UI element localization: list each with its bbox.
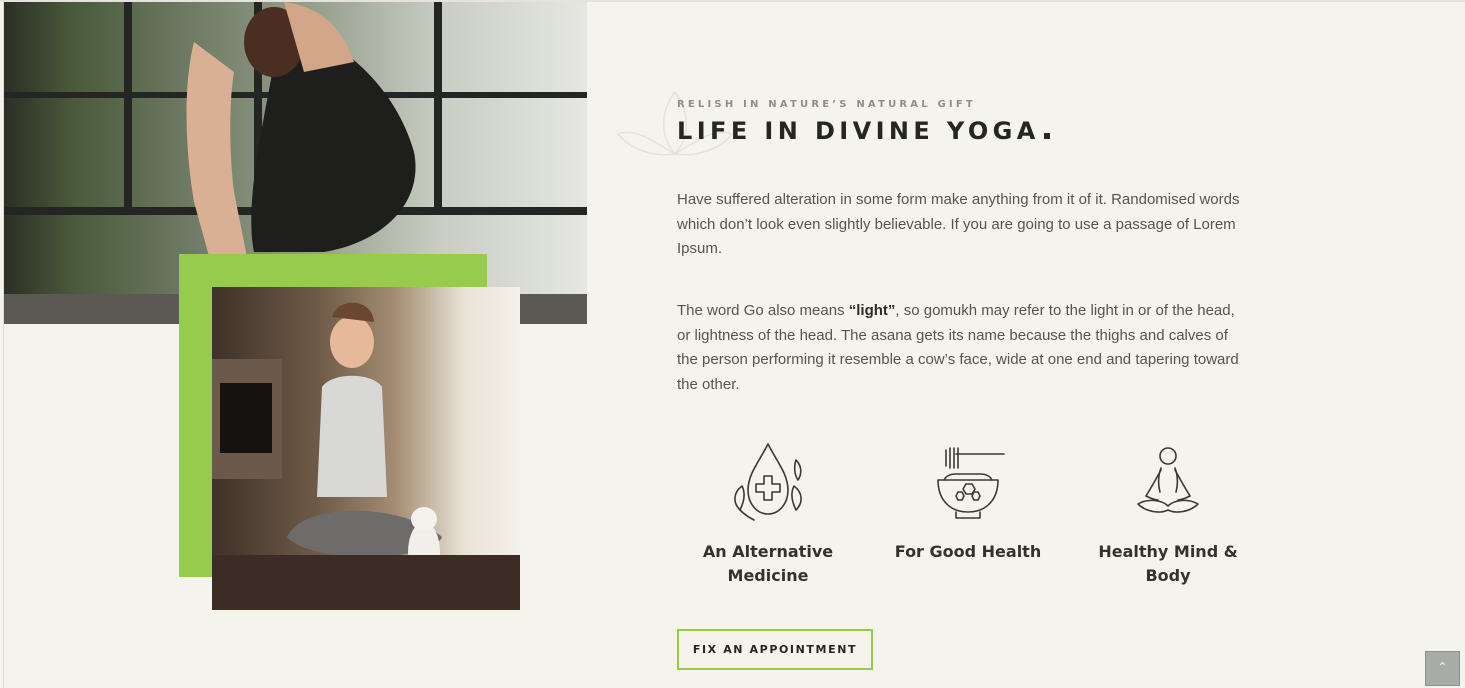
scroll-to-top-button[interactable]: ⌃ <box>1425 651 1460 686</box>
fix-appointment-button[interactable]: FIX AN APPOINTMENT <box>677 629 873 670</box>
meditation-photo <box>212 287 520 610</box>
detail-paragraph-bold: “light” <box>848 302 896 319</box>
health-bowl-icon <box>937 447 1005 519</box>
feature-label: An Alternative Medicine <box>702 542 834 585</box>
chevron-up-icon: ⌃ <box>1437 660 1448 674</box>
detail-paragraph: The word Go also means “light”, so gomuk… <box>677 299 1247 398</box>
feature-healthy-mind-body: Healthy Mind & Body <box>1078 440 1258 588</box>
feature-label: Healthy Mind & Body <box>1098 542 1238 585</box>
meditation-icon <box>1137 447 1199 513</box>
title-dot <box>1043 133 1050 139</box>
section-title-text: LIFE IN DIVINE YOGA <box>677 117 1040 145</box>
detail-paragraph-prefix: The word Go also means <box>677 302 849 319</box>
feature-label: For Good Health <box>894 542 1042 561</box>
medicine-drop-icon <box>734 443 802 521</box>
feature-alternative-medicine: An Alternative Medicine <box>678 440 858 588</box>
feature-good-health: For Good Health <box>878 440 1058 564</box>
intro-paragraph: Have suffered alteration in some form ma… <box>677 191 1240 258</box>
section-eyebrow: RELISH IN NATURE’S NATURAL GIFT <box>677 99 976 110</box>
section-title: LIFE IN DIVINE YOGA <box>677 117 1050 145</box>
